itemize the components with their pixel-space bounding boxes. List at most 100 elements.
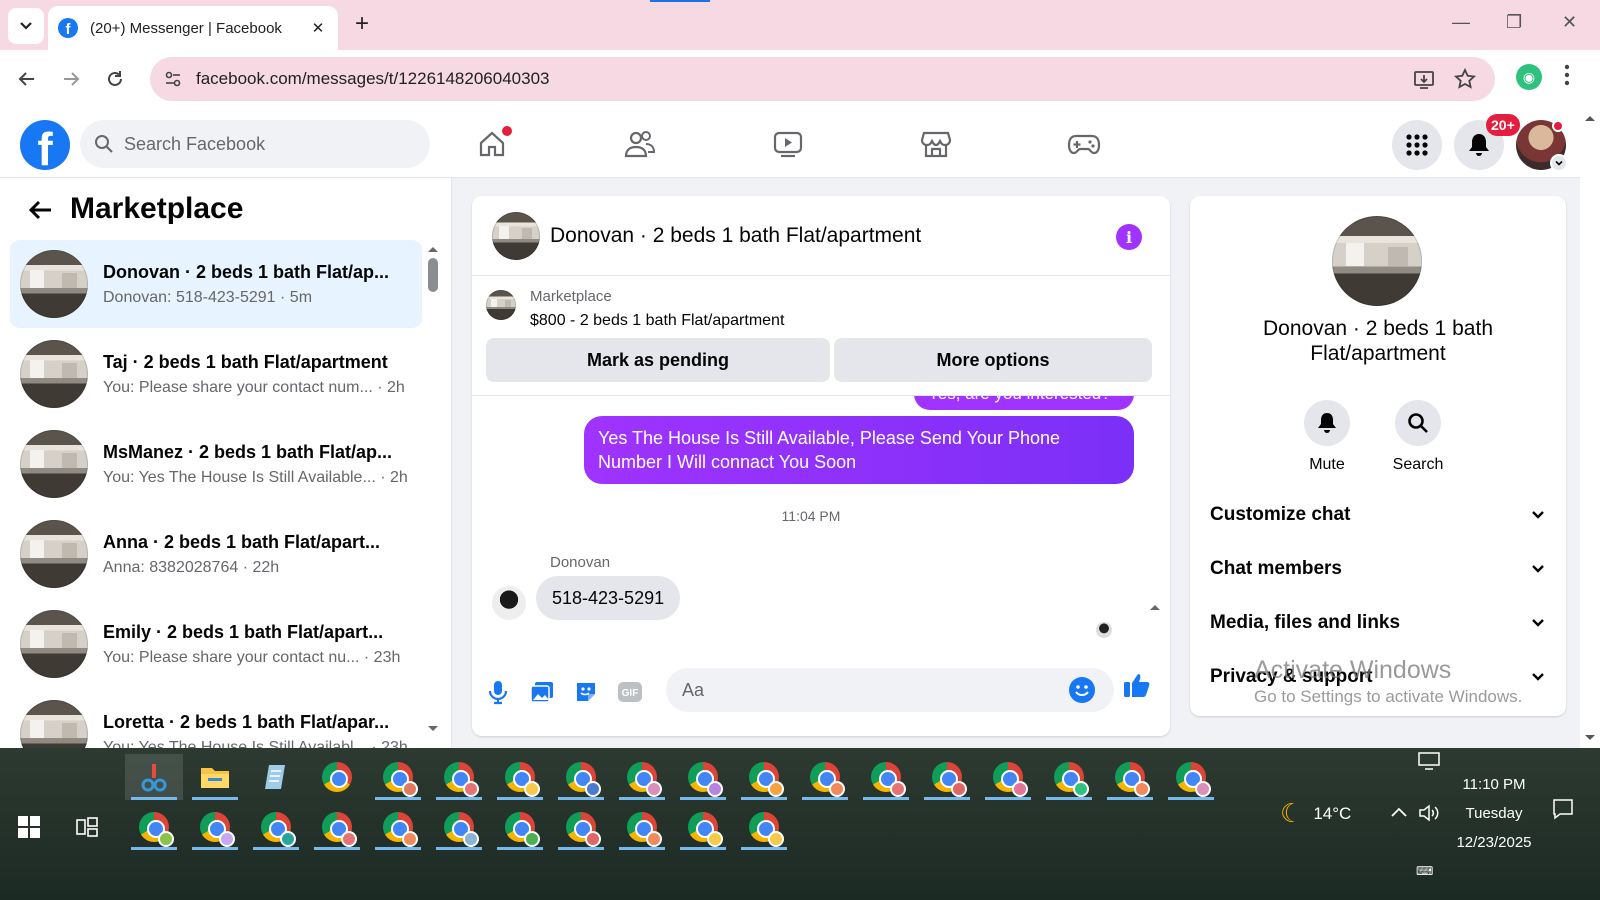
listing-price[interactable]: $800 - 2 beds 1 bath Flat/apartment	[530, 312, 784, 330]
nav-watch[interactable]	[766, 122, 810, 166]
task-view-button[interactable]	[76, 816, 98, 838]
taskbar-app-chrome-profile[interactable]	[674, 754, 732, 800]
nav-home[interactable]	[470, 122, 514, 166]
taskbar-app-chrome-profile[interactable]	[125, 804, 183, 850]
taskbar-app-chrome[interactable]	[308, 754, 366, 800]
tab-close-icon[interactable]: ✕	[308, 19, 328, 37]
search-input[interactable]	[124, 133, 404, 155]
more-options-button[interactable]: More options	[834, 338, 1152, 382]
chevron-up-icon[interactable]	[1390, 804, 1408, 820]
taskbar-app-chrome-profile[interactable]	[613, 804, 671, 850]
taskbar-app-chrome-profile[interactable]	[1040, 754, 1098, 800]
display-icon[interactable]	[1418, 752, 1440, 770]
nav-marketplace[interactable]	[914, 122, 958, 166]
conversation-avatar[interactable]	[1332, 216, 1422, 306]
emoji-icon[interactable]	[1068, 676, 1096, 704]
taskbar-app-chrome-profile[interactable]	[186, 804, 244, 850]
tab-search-button[interactable]	[8, 8, 44, 44]
browser-tab-active[interactable]: f (20+) Messenger | Facebook ✕	[48, 6, 338, 50]
taskbar-app-chrome-profile[interactable]	[552, 804, 610, 850]
taskbar-app-chrome-profile[interactable]	[979, 754, 1037, 800]
mute-button[interactable]: Mute	[1292, 400, 1362, 474]
taskbar-app-chrome-profile[interactable]	[796, 754, 854, 800]
list-scrollbar[interactable]	[426, 244, 440, 734]
taskbar-app-chrome-profile[interactable]	[857, 754, 915, 800]
back-button[interactable]	[12, 64, 42, 94]
message-input-box[interactable]	[666, 668, 1114, 712]
keyboard-icon[interactable]: ⌨	[1416, 864, 1433, 878]
taskbar-app-chrome-profile[interactable]	[369, 804, 427, 850]
chat-title[interactable]: Donovan · 2 beds 1 bath Flat/apartment	[550, 224, 921, 248]
restore-icon[interactable]: ❐	[1506, 12, 1522, 33]
photo-icon[interactable]	[524, 674, 560, 710]
start-button[interactable]	[18, 816, 40, 838]
reload-button[interactable]	[100, 64, 130, 94]
taskbar-app-chrome-profile[interactable]	[674, 804, 732, 850]
facebook-logo-icon[interactable]: f	[20, 120, 70, 170]
taskbar-app-chrome-profile[interactable]	[491, 804, 549, 850]
like-thumbs-up-icon[interactable]	[1122, 670, 1152, 700]
conversation-item[interactable]: Donovan · 2 beds 1 bath Flat/ap... Donov…	[10, 240, 422, 328]
taskbar-app-chrome-profile[interactable]	[735, 804, 793, 850]
notification-center-button[interactable]	[1552, 798, 1574, 820]
chat-members-section[interactable]: Chat members	[1210, 554, 1546, 584]
scroll-up-icon[interactable]	[1584, 114, 1596, 122]
message-input[interactable]	[682, 668, 1062, 712]
forward-button[interactable]	[56, 64, 86, 94]
taskbar-app-snipping[interactable]	[125, 754, 183, 800]
weather-widget[interactable]: ☾ 14°C	[1280, 798, 1351, 829]
taskbar-app-chrome-profile[interactable]	[369, 754, 427, 800]
scroll-down-icon[interactable]	[1584, 734, 1596, 742]
search-in-conversation-button[interactable]: Search	[1383, 400, 1453, 474]
conversation-item[interactable]: Emily · 2 beds 1 bath Flat/apart... You:…	[10, 600, 422, 688]
taskbar-app-notes[interactable]	[247, 754, 305, 800]
taskbar-app-chrome-profile[interactable]	[1101, 754, 1159, 800]
sticker-icon[interactable]	[568, 674, 604, 710]
address-bar[interactable]: facebook.com/messages/t/1226148206040303	[150, 57, 1495, 101]
system-clock[interactable]: 11:10 PM Tuesday 12/23/2025	[1444, 770, 1544, 857]
taskbar-app-chrome-profile[interactable]	[430, 804, 488, 850]
scroll-down-icon[interactable]	[426, 724, 440, 734]
volume-icon[interactable]	[1418, 804, 1440, 822]
customize-chat-section[interactable]: Customize chat	[1210, 500, 1546, 530]
taskbar-app-chrome-profile[interactable]	[430, 754, 488, 800]
taskbar-app-chrome-profile[interactable]	[247, 804, 305, 850]
taskbar-app-chrome-profile[interactable]	[918, 754, 976, 800]
taskbar-app-chrome-profile[interactable]	[735, 754, 793, 800]
nav-friends[interactable]	[618, 122, 662, 166]
nav-gaming[interactable]	[1062, 122, 1106, 166]
facebook-search[interactable]	[80, 120, 430, 168]
info-icon[interactable]: i	[1116, 224, 1142, 250]
scroll-up-icon[interactable]	[1148, 602, 1162, 612]
list-scroll-thumb[interactable]	[428, 258, 438, 292]
microphone-icon[interactable]	[480, 674, 516, 710]
window-close-icon[interactable]: ✕	[1562, 12, 1577, 33]
account-avatar[interactable]	[1516, 120, 1568, 172]
menu-grid-button[interactable]	[1392, 120, 1442, 170]
new-tab-button[interactable]: +	[355, 12, 369, 36]
install-app-button[interactable]	[1412, 67, 1436, 91]
mark-as-pending-button[interactable]: Mark as pending	[486, 338, 830, 382]
site-settings-icon[interactable]	[164, 70, 182, 88]
media-files-links-section[interactable]: Media, files and links	[1210, 608, 1546, 638]
taskbar-app-chrome-profile[interactable]	[613, 754, 671, 800]
page-scrollbar[interactable]	[1580, 108, 1600, 748]
sender-avatar[interactable]	[492, 586, 526, 620]
browser-menu-button[interactable]	[1564, 64, 1570, 86]
privacy-support-section[interactable]: Privacy & support	[1210, 662, 1546, 692]
scroll-up-icon[interactable]	[426, 244, 440, 254]
taskbar-app-chrome-profile[interactable]	[552, 754, 610, 800]
conversation-item[interactable]: MsManez · 2 beds 1 bath Flat/ap... You: …	[10, 420, 422, 508]
conversation-item[interactable]: Taj · 2 beds 1 bath Flat/apartment You: …	[10, 330, 422, 418]
minimize-icon[interactable]: —	[1452, 12, 1470, 33]
extension-icon[interactable]: ◉	[1516, 64, 1542, 90]
back-button[interactable]	[26, 196, 54, 224]
listing-thumbnail[interactable]	[486, 290, 516, 320]
taskbar-app-chrome-profile[interactable]	[1162, 754, 1220, 800]
taskbar-app-chrome-profile[interactable]	[308, 804, 366, 850]
taskbar-app-chrome-profile[interactable]	[491, 754, 549, 800]
bookmark-button[interactable]	[1453, 67, 1477, 91]
chat-avatar[interactable]	[492, 212, 540, 260]
taskbar-app-file-explorer[interactable]	[186, 754, 244, 800]
gif-icon[interactable]: GIF	[612, 674, 648, 710]
